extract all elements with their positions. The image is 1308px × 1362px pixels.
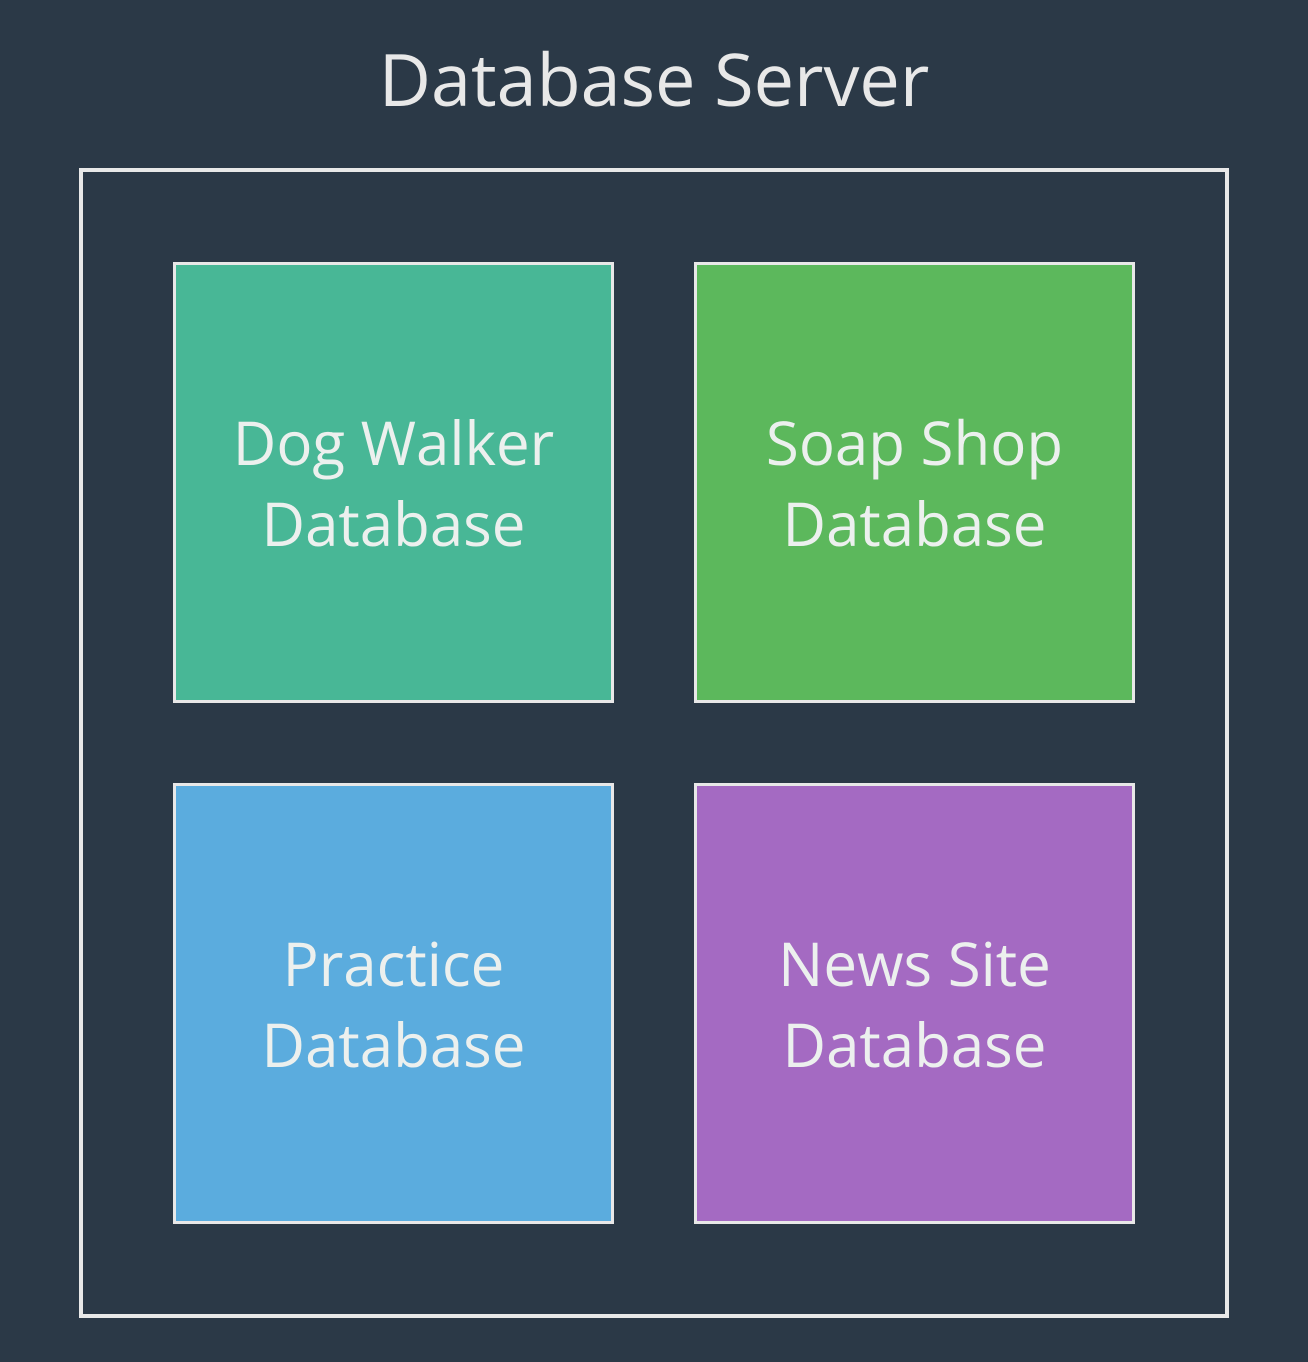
database-box-soap-shop: Soap Shop Database [694, 262, 1135, 703]
database-label-line2: Database [262, 483, 526, 564]
database-box-practice: Practice Database [173, 783, 614, 1224]
database-label-line1: Practice [283, 923, 505, 1004]
database-box-dog-walker: Dog Walker Database [173, 262, 614, 703]
database-label-line2: Database [262, 1004, 526, 1085]
database-box-news-site: News Site Database [694, 783, 1135, 1224]
database-label-line2: Database [783, 483, 1047, 564]
database-label-line1: Soap Shop [766, 402, 1063, 483]
database-label-line1: Dog Walker [233, 402, 554, 483]
database-label-line1: News Site [778, 923, 1051, 1004]
database-label-line2: Database [783, 1004, 1047, 1085]
diagram-title: Database Server [60, 30, 1248, 128]
server-container: Dog Walker Database Soap Shop Database P… [79, 168, 1229, 1318]
